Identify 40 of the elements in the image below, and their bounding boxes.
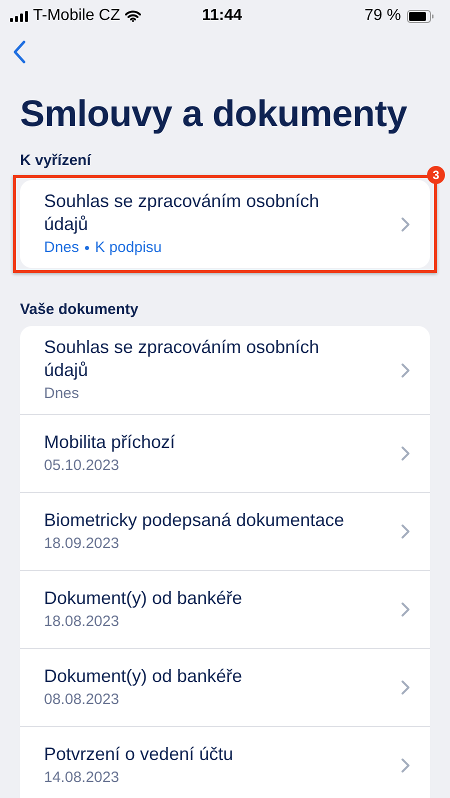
chevron-icon [401, 446, 410, 461]
status-time: 11:44 [202, 7, 242, 25]
section-label: K vyřízení [20, 152, 92, 169]
count-badge: 3 [427, 166, 445, 184]
document-title: Souhlas se zpracováním osobních údajů [44, 190, 320, 236]
section-label: Vaše dokumenty [20, 301, 140, 318]
document-title: Dokument(y) od bankéře [44, 587, 242, 610]
document-row[interactable]: Souhlas se zpracováním osobních údajů Dnes K podpisu [20, 180, 430, 268]
carrier-name: T-Mobile CZ [33, 7, 120, 25]
document-title: Potvrzení o vedení účtu [44, 743, 234, 766]
chevron-icon [401, 524, 410, 539]
page-title: Smlouvy a dokumenty [20, 92, 408, 136]
document-title: Biometricky podepsaná dokumentace [44, 509, 344, 532]
document-title: Mobilita příchozí [44, 431, 176, 454]
chevron-icon [401, 758, 410, 773]
document-date: 18.09.2023 [44, 534, 120, 554]
document-row[interactable]: Potvrzení o vedení účtu 14.08.2023 [20, 727, 430, 798]
document-row[interactable]: Dokument(y) od bankéře 08.08.2023 [20, 649, 430, 727]
document-date: Dnes [44, 384, 80, 404]
chevron-icon [401, 602, 410, 617]
document-date: 14.08.2023 [44, 768, 120, 788]
document-row[interactable]: Mobilita příchozí 05.10.2023 [20, 415, 430, 493]
document-row[interactable]: Souhlas se zpracováním osobních údajů Dnes [20, 326, 430, 415]
battery-percent: 79 % [364, 7, 401, 25]
battery-icon [406, 10, 434, 22]
document-date: 05.10.2023 [44, 456, 120, 476]
document-status: K podpisu [95, 238, 162, 258]
document-date: 08.08.2023 [44, 690, 120, 710]
document-title: Dokument(y) od bankéře [44, 665, 242, 688]
document-date: 18.08.2023 [44, 612, 120, 632]
chevron-icon [401, 216, 410, 232]
document-row[interactable]: Dokument(y) od bankéře 18.08.2023 [20, 571, 430, 649]
document-row[interactable]: Biometricky podepsaná dokumentace 18.09.2023 [20, 493, 430, 571]
document-date: Dnes [44, 238, 80, 258]
wifi-icon [125, 10, 142, 22]
separator-dot [85, 246, 90, 250]
chevron-icon [401, 362, 410, 378]
document-title: Souhlas se zpracováním osobních údajů [44, 336, 320, 382]
chevron-icon [401, 680, 410, 695]
signal-icon [10, 10, 28, 22]
